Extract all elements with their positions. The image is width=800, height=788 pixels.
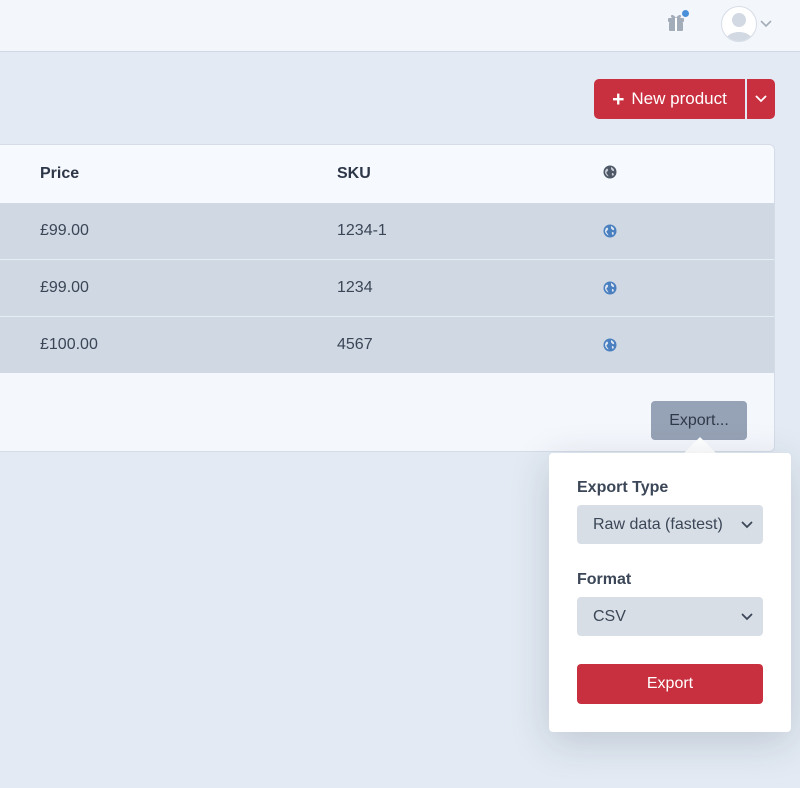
- sku-cell: 1234-1: [337, 222, 387, 239]
- globe-icon: [603, 260, 617, 316]
- export-popover: Export Type Raw data (fastest) Format CS…: [549, 453, 791, 732]
- globe-icon: [603, 317, 617, 373]
- products-table-card: Price SKU £99.00 1234-1 £99.00 1234 £100…: [0, 144, 775, 452]
- price-cell: £99.00: [40, 279, 89, 296]
- chevron-down-icon: [760, 20, 772, 28]
- column-header-sku[interactable]: SKU: [337, 145, 371, 203]
- table-header: Price SKU: [0, 145, 774, 203]
- chevron-down-icon: [755, 90, 767, 108]
- chevron-down-icon: [741, 505, 753, 544]
- column-header-visibility[interactable]: [603, 145, 617, 203]
- column-header-price[interactable]: Price: [40, 145, 79, 203]
- export-trigger-button[interactable]: Export...: [651, 401, 747, 440]
- format-value: CSV: [593, 607, 626, 625]
- export-type-select[interactable]: Raw data (fastest): [577, 505, 763, 544]
- table-row[interactable]: £99.00 1234: [0, 260, 774, 317]
- price-cell: £100.00: [40, 336, 98, 353]
- globe-icon: [603, 203, 617, 259]
- globe-icon: [603, 165, 617, 184]
- popover-arrow: [684, 437, 716, 453]
- new-product-button[interactable]: + New product: [594, 79, 745, 119]
- sku-cell: 4567: [337, 336, 373, 353]
- new-product-label: New product: [631, 89, 727, 108]
- export-type-value: Raw data (fastest): [593, 515, 723, 533]
- sku-cell: 1234: [337, 279, 373, 296]
- chevron-down-icon: [741, 597, 753, 636]
- format-label: Format: [577, 571, 632, 588]
- gift-button[interactable]: [662, 10, 690, 38]
- plus-icon: +: [612, 87, 625, 111]
- export-submit-button[interactable]: Export: [577, 664, 763, 704]
- user-avatar-icon: [721, 6, 757, 42]
- price-cell: £99.00: [40, 222, 89, 239]
- table-row[interactable]: £99.00 1234-1: [0, 203, 774, 260]
- table-row[interactable]: £100.00 4567: [0, 317, 774, 373]
- new-product-options-button[interactable]: [747, 79, 775, 119]
- notification-dot: [682, 10, 689, 17]
- table-body: £99.00 1234-1 £99.00 1234 £100.00 4567: [0, 203, 774, 373]
- export-type-label: Export Type: [577, 479, 669, 496]
- new-product-split-button: + New product: [594, 79, 775, 119]
- top-bar: [0, 0, 800, 52]
- format-select[interactable]: CSV: [577, 597, 763, 636]
- user-menu-button[interactable]: [721, 4, 777, 44]
